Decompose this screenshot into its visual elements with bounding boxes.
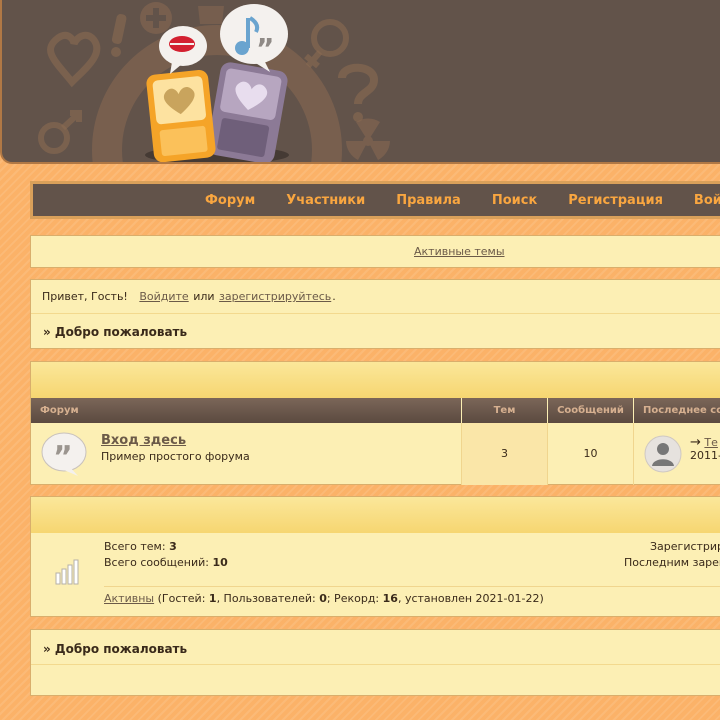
forum-cell: ” Вход здесь Пример простого форума bbox=[31, 423, 462, 485]
total-posts: Всего сообщений: 10 bbox=[104, 556, 228, 569]
forum-table-header: Форум Тем Сообщений Последнее со bbox=[31, 398, 720, 423]
nav-search[interactable]: Поиск bbox=[492, 193, 537, 208]
nav-forum[interactable]: Форум bbox=[205, 193, 255, 208]
stats-body: Всего тем: 3 Всего сообщений: 10 Зарегис… bbox=[31, 533, 720, 617]
forum-posts-count: 10 bbox=[548, 423, 634, 485]
greeting-text: Привет, Гость! bbox=[42, 290, 128, 303]
divider bbox=[104, 586, 720, 587]
welcome-panel: Привет, Гость! Войдите или зарегистрируй… bbox=[30, 279, 720, 349]
col-posts: Сообщений bbox=[548, 398, 634, 423]
total-topics-value: 3 bbox=[169, 540, 177, 553]
last-post-topic-link[interactable]: Те bbox=[704, 436, 718, 449]
svg-text:”: ” bbox=[53, 440, 73, 475]
radiation-icon bbox=[346, 118, 390, 160]
active-users-link[interactable]: Активны bbox=[104, 592, 154, 605]
statistics-panel: Всего тем: 3 Всего сообщений: 10 Зарегис… bbox=[30, 496, 720, 617]
total-posts-value: 10 bbox=[212, 556, 228, 569]
forum-list-panel: Форум Тем Сообщений Последнее со ” Вход … bbox=[30, 361, 720, 485]
exclamation-icon bbox=[111, 14, 127, 44]
total-topics-label: Всего тем: bbox=[104, 540, 166, 553]
register-link[interactable]: зарегистрируйтесь bbox=[219, 290, 331, 303]
col-last-post: Последнее со bbox=[643, 405, 720, 416]
male-symbol-icon bbox=[38, 122, 70, 154]
purple-phone-icon bbox=[207, 62, 288, 162]
statistics-chart-icon bbox=[55, 559, 79, 585]
forum-topics-count: 3 bbox=[462, 423, 548, 485]
guest-greeting: Привет, Гость! Войдите или зарегистрируй… bbox=[42, 290, 336, 303]
main-nav: Форум Участники Правила Поиск Регистраци… bbox=[30, 181, 720, 219]
nav-rules[interactable]: Правила bbox=[396, 193, 461, 208]
welcome-footer-title: » Добро пожаловать bbox=[43, 642, 188, 656]
forum-title-link[interactable]: Вход здесь bbox=[101, 433, 186, 448]
nav-members[interactable]: Участники bbox=[286, 193, 365, 208]
guests-value: 1 bbox=[208, 592, 217, 605]
col-topics: Тем bbox=[462, 398, 548, 423]
table-row: ” Вход здесь Пример простого форума 3 10… bbox=[31, 423, 720, 485]
yellow-phone-icon bbox=[146, 69, 216, 162]
avatar bbox=[644, 435, 682, 473]
last-post-cell: → Те 2011- bbox=[634, 423, 720, 485]
record-label: ; Рекорд: bbox=[326, 592, 380, 605]
female-symbol-icon bbox=[311, 19, 349, 57]
header-artwork: ” bbox=[38, 2, 390, 162]
forum-description: Пример простого форума bbox=[101, 450, 250, 463]
period-text: . bbox=[332, 290, 336, 303]
welcome-footer-panel: » Добро пожаловать bbox=[30, 629, 720, 696]
record-date: , установлен 2021-01-22) bbox=[397, 592, 544, 605]
forum-bubble-icon: ” bbox=[41, 432, 87, 476]
login-link[interactable]: Войдите bbox=[139, 290, 188, 303]
nav-register[interactable]: Регистрация bbox=[568, 193, 663, 208]
stats-header bbox=[31, 497, 720, 533]
active-topics-link[interactable]: Активные темы bbox=[414, 236, 505, 268]
last-registered: Последним зарег bbox=[624, 556, 720, 569]
divider bbox=[31, 313, 720, 314]
col-forum: Форум bbox=[31, 398, 462, 423]
registered-users: Зарегистрир bbox=[650, 540, 720, 553]
cup-icon bbox=[198, 6, 224, 24]
heart-outline-icon bbox=[47, 31, 101, 88]
nav-login[interactable]: Войти bbox=[694, 193, 720, 208]
active-topics-bar: Активные темы bbox=[30, 235, 720, 268]
divider bbox=[31, 664, 720, 665]
category-header bbox=[31, 362, 720, 398]
arrow-right-icon: → bbox=[690, 435, 701, 450]
question-mark-icon bbox=[338, 63, 379, 105]
or-text: или bbox=[193, 290, 215, 303]
online-users: Активны (Гостей: 1, Пользователей: 0; Ре… bbox=[104, 592, 544, 605]
last-post-date: 2011- bbox=[690, 449, 720, 462]
record-value: 16 bbox=[382, 592, 398, 605]
total-posts-label: Всего сообщений: bbox=[104, 556, 209, 569]
users-label: , Пользователей: bbox=[216, 592, 316, 605]
welcome-title: » Добро пожаловать bbox=[43, 325, 188, 339]
guests-label: (Гостей: bbox=[157, 592, 206, 605]
site-header: ” bbox=[0, 0, 720, 164]
svg-text:”: ” bbox=[256, 32, 274, 65]
last-post: → Те bbox=[690, 435, 718, 450]
users-value: 0 bbox=[319, 592, 327, 605]
total-topics: Всего тем: 3 bbox=[104, 540, 177, 553]
